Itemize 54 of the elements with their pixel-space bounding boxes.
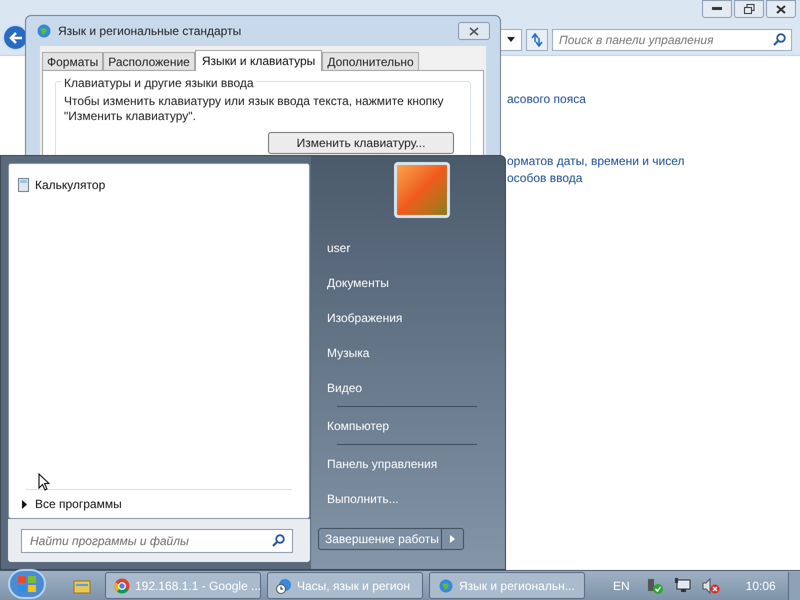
change-keyboard-button[interactable]: Изменить клавиатуру...: [268, 132, 454, 154]
globe-icon: [438, 578, 454, 594]
tab[interactable]: Расположение: [103, 52, 195, 70]
caret-icon: [507, 37, 515, 42]
tab[interactable]: Языки и клавиатуры: [194, 50, 322, 71]
settings-link[interactable]: особов ввода: [507, 169, 582, 187]
refresh-button[interactable]: [526, 28, 548, 50]
address-dropdown[interactable]: [500, 28, 522, 50]
description-text: Чтобы изменить клавиатуру или язык ввода текста, нажмите кнопку "Изменить клавиатуру".: [64, 94, 445, 124]
tab[interactable]: Форматы: [42, 52, 104, 70]
start-menu-place[interactable]: user: [317, 230, 505, 265]
all-programs-link[interactable]: Все программы: [14, 490, 304, 518]
minimize-button[interactable]: [702, 0, 732, 18]
network-icon[interactable]: [674, 578, 692, 594]
restore-icon: [744, 4, 754, 14]
start-search-field[interactable]: Найти программы и файлы: [21, 528, 293, 552]
shutdown-button[interactable]: Завершение работы: [318, 528, 442, 550]
windows-logo-icon: [17, 574, 37, 592]
refresh-arrows-icon: [530, 32, 544, 46]
calculator-icon: [18, 178, 29, 192]
settings-link[interactable]: орматов даты, времени и чисел: [507, 152, 685, 170]
triangle-icon: [22, 500, 27, 508]
dialog-title: Язык и региональные стандарты: [58, 23, 242, 40]
dialog-close-button[interactable]: [458, 22, 490, 40]
search-icon: [272, 534, 285, 546]
start-button[interactable]: [8, 568, 46, 598]
muted-speaker-icon[interactable]: [702, 578, 720, 594]
folder-icon: [73, 578, 91, 594]
mouse-pointer-icon: [38, 473, 50, 491]
triangle-icon: [450, 535, 455, 543]
tab[interactable]: Дополнительно: [322, 52, 419, 70]
start-menu-place[interactable]: Видео: [317, 370, 505, 405]
browser-icon: [114, 578, 130, 594]
close-icon: [776, 4, 786, 14]
usb-check-icon[interactable]: [646, 576, 664, 594]
start-menu-place[interactable]: Компьютер: [317, 408, 505, 443]
globe-icon: [36, 23, 52, 39]
program-item[interactable]: Калькулятор: [14, 174, 304, 196]
start-menu-place[interactable]: Изображения: [317, 300, 505, 335]
start-menu-place[interactable]: Панель управления: [317, 446, 505, 481]
start-menu-place[interactable]: Документы: [317, 265, 505, 300]
shutdown-options-button[interactable]: [442, 528, 464, 550]
user-picture[interactable]: [394, 162, 450, 218]
globe-clock-icon: [276, 578, 292, 594]
settings-link[interactable]: асового пояса: [507, 90, 586, 108]
start-menu-place[interactable]: Музыка: [317, 335, 505, 370]
restore-button[interactable]: [734, 0, 764, 18]
start-menu-place[interactable]: Выполнить...: [317, 481, 505, 516]
back-arrow-icon: [8, 32, 22, 44]
search-field[interactable]: Поиск в панели управления: [552, 28, 792, 50]
search-icon: [773, 32, 786, 46]
close-icon: [469, 26, 479, 36]
close-button[interactable]: [766, 0, 796, 18]
minimize-icon: [712, 7, 722, 11]
